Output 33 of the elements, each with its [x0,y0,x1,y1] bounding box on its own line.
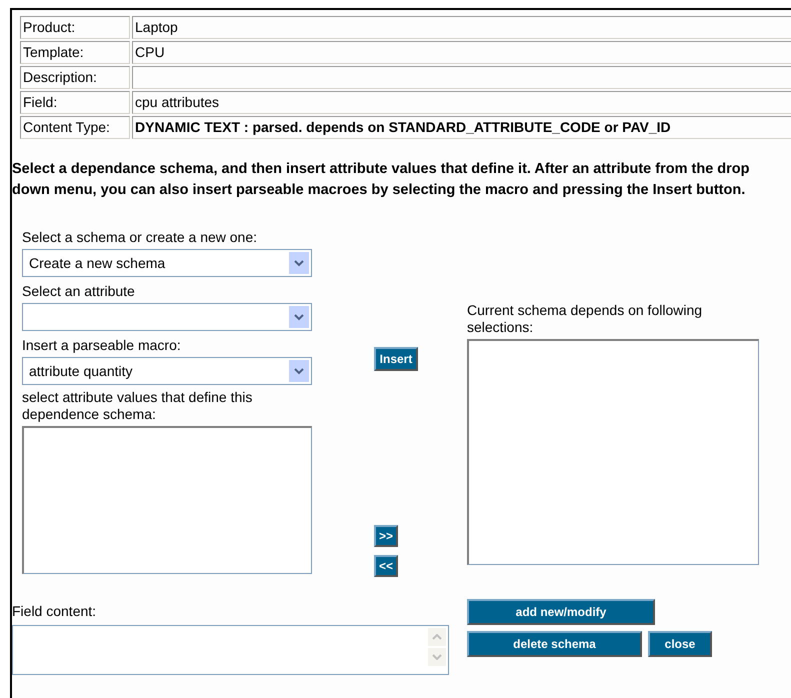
dropdown[interactable] [22,303,312,331]
chevron-down-icon [289,306,309,328]
add-button[interactable]: >> [374,525,398,547]
row-value: DYNAMIC TEXT : parsed. depends on STANDARD_ATTRIBUTE_CODE or PAV_ID [132,116,791,139]
row-label: Template: [20,41,130,64]
field-label: Select a schema or create a new one: [22,229,258,246]
delete-schema-button[interactable]: delete schema [467,631,642,657]
field-label: Insert a parseable macro: [22,337,182,354]
row-value: cpu attributes [132,91,791,114]
values-listbox[interactable] [22,426,312,574]
selections-listbox[interactable] [467,339,759,565]
row-label: Field: [20,91,130,114]
dropdown[interactable]: attribute quantity [22,357,312,385]
scroll-up-icon[interactable] [428,628,446,646]
insert-button[interactable]: Insert [374,347,418,371]
chevron-down-icon [289,252,309,274]
instructions: Select a dependance schema, and then insert attribute values that define it. After an attribute from the drop down menu, you can also insert parseable macroes by selecting the macro and pressing the Insert button. [12,160,750,200]
row-value: Laptop [132,16,791,39]
field-label: Select an attribute [22,283,136,300]
remove-button[interactable]: << [374,555,398,577]
field-label: Current schema depends on following selections: [467,302,704,336]
dropdown[interactable]: Create a new schema [22,249,312,277]
row-label: Product: [20,16,130,39]
close-button[interactable]: close [648,631,712,657]
scroll-down-icon[interactable] [428,648,446,666]
row-label: Description: [20,66,130,89]
add-modify-button[interactable]: add new/modify [467,599,655,625]
row-value: CPU [132,41,791,64]
row-label: Content Type: [20,116,130,139]
field-label: select attribute values that define this dependence schema: [22,389,254,423]
field-content-textarea[interactable] [12,625,449,675]
field-label: Field content: [12,603,98,620]
chevron-down-icon [289,360,309,382]
